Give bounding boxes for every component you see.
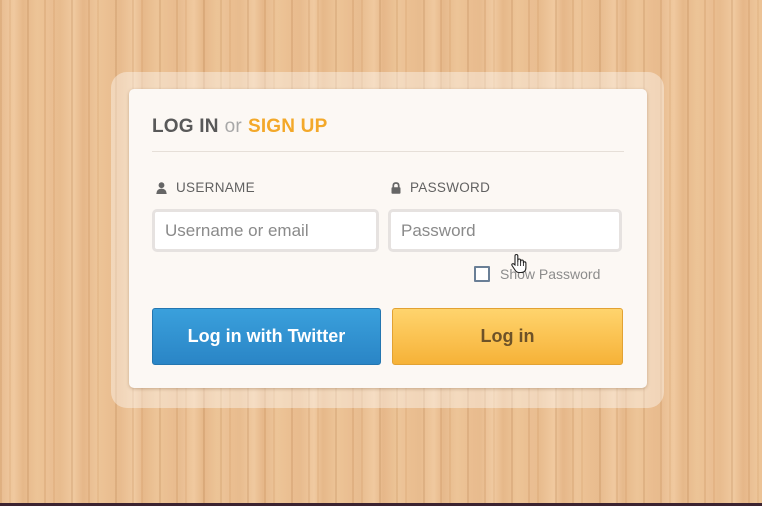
password-input[interactable] xyxy=(388,209,622,252)
divider xyxy=(152,151,624,152)
signup-link[interactable]: SIGN UP xyxy=(248,116,328,137)
hand-cursor-icon xyxy=(509,253,529,280)
username-input[interactable] xyxy=(152,209,379,252)
lock-icon xyxy=(391,181,401,194)
login-button[interactable]: Log in xyxy=(392,308,623,365)
show-password-checkbox[interactable] xyxy=(474,266,490,282)
login-tab[interactable]: LOG IN xyxy=(152,116,219,137)
or-separator: or xyxy=(224,116,242,137)
show-password-toggle[interactable]: Show Password xyxy=(474,266,600,282)
password-label-text: PASSWORD xyxy=(410,180,491,195)
username-label: USERNAME xyxy=(156,180,255,195)
form-title: LOG IN or SIGN UP xyxy=(152,116,327,138)
login-card: LOG INor SIGN UP USERNAME PASSWORD Show P… xyxy=(129,89,647,388)
twitter-login-button[interactable]: Log in with Twitter xyxy=(152,308,381,365)
password-label: PASSWORD xyxy=(391,180,490,195)
username-label-text: USERNAME xyxy=(176,180,255,195)
user-icon xyxy=(156,181,167,194)
